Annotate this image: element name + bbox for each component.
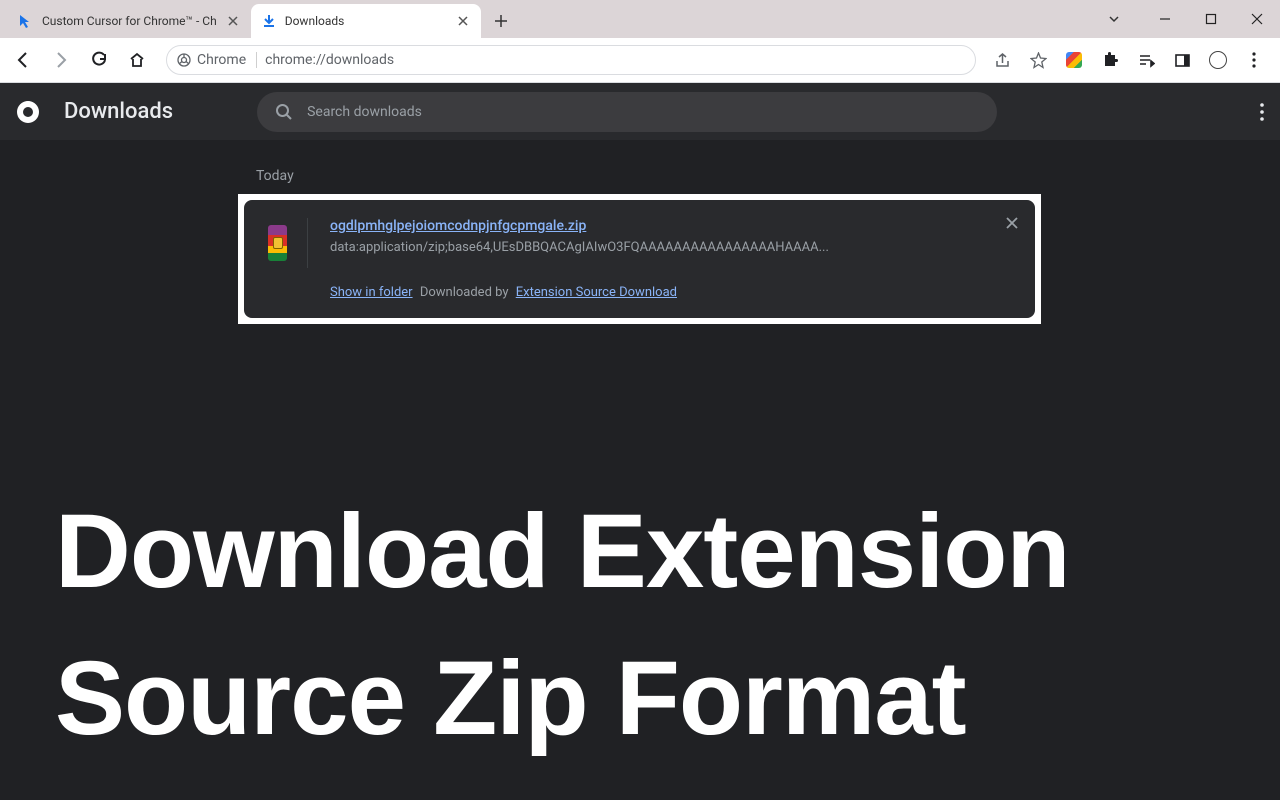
chevron-down-icon[interactable] <box>1096 4 1132 34</box>
download-icon <box>261 13 277 29</box>
maximize-button[interactable] <box>1188 4 1234 34</box>
page-title: Downloads <box>64 99 173 124</box>
window-titlebar: Custom Cursor for Chrome™ - Ch Downloads <box>0 0 1280 38</box>
tab-title: Downloads <box>285 14 447 28</box>
download-item: ogdlpmhglpejoiomcodnpjnfgcpmgale.zip dat… <box>244 200 1035 318</box>
forward-button[interactable] <box>44 43 78 77</box>
downloads-header: Downloads Search downloads <box>0 83 1280 140</box>
download-filename-link[interactable]: ogdlpmhglpejoiomcodnpjnfgcpmgale.zip <box>330 218 1011 234</box>
profile-avatar[interactable] <box>1204 46 1232 74</box>
share-icon[interactable] <box>988 46 1016 74</box>
back-button[interactable] <box>6 43 40 77</box>
minimize-button[interactable] <box>1142 4 1188 34</box>
chrome-menu-icon[interactable] <box>1240 46 1268 74</box>
new-tab-button[interactable] <box>487 7 515 35</box>
page-menu-icon[interactable] <box>1260 103 1264 121</box>
tab-custom-cursor[interactable]: Custom Cursor for Chrome™ - Ch <box>8 4 251 38</box>
file-type-icon <box>268 218 308 268</box>
home-button[interactable] <box>120 43 154 77</box>
tab-downloads[interactable]: Downloads <box>251 4 481 38</box>
overlay-line-1: Download Extension <box>55 478 1070 625</box>
downloaded-by-label: Downloaded by <box>420 285 509 300</box>
tab-strip: Custom Cursor for Chrome™ - Ch Downloads <box>0 0 515 38</box>
close-icon[interactable] <box>225 13 241 29</box>
close-window-button[interactable] <box>1234 4 1280 34</box>
highlight-frame: ogdlpmhglpejoiomcodnpjnfgcpmgale.zip dat… <box>238 194 1041 324</box>
extensions-icon[interactable] <box>1096 46 1124 74</box>
reload-button[interactable] <box>82 43 116 77</box>
search-input[interactable]: Search downloads <box>257 92 997 132</box>
tab-title: Custom Cursor for Chrome™ - Ch <box>42 14 217 28</box>
overlay-heading: Download Extension Source Zip Format <box>55 478 1070 772</box>
remove-download-button[interactable] <box>1005 216 1019 230</box>
overlay-line-2: Source Zip Format <box>55 625 1070 772</box>
section-label: Today <box>256 168 294 184</box>
extension-color-icon[interactable] <box>1060 46 1088 74</box>
zip-archive-icon <box>268 225 287 261</box>
toolbar: Chrome chrome://downloads <box>0 38 1280 83</box>
search-placeholder: Search downloads <box>307 104 422 120</box>
chrome-icon <box>177 53 191 67</box>
show-in-folder-link[interactable]: Show in folder <box>330 285 413 300</box>
downloads-content: Today ogdlpmhglpejoiomcodnpjnfgcpmgale.z… <box>0 140 1280 800</box>
star-icon[interactable] <box>1024 46 1052 74</box>
downloaded-by-extension-link[interactable]: Extension Source Download <box>516 285 677 300</box>
url-text: chrome://downloads <box>265 52 394 68</box>
favicon-cursor-icon <box>18 13 34 29</box>
chrome-logo-icon <box>16 100 40 124</box>
site-info-chip[interactable]: Chrome <box>177 52 257 68</box>
window-controls <box>1096 0 1280 38</box>
search-icon <box>275 103 293 121</box>
toolbar-actions <box>988 46 1274 74</box>
address-bar[interactable]: Chrome chrome://downloads <box>166 45 976 75</box>
close-icon[interactable] <box>455 13 471 29</box>
download-info: ogdlpmhglpejoiomcodnpjnfgcpmgale.zip dat… <box>330 218 1011 300</box>
playlist-icon[interactable] <box>1132 46 1160 74</box>
download-actions: Show in folder Downloaded by Extension S… <box>330 285 1011 300</box>
download-source: data:application/zip;base64,UEsDBBQACAgI… <box>330 240 890 255</box>
chip-label: Chrome <box>197 52 246 68</box>
sidepanel-icon[interactable] <box>1168 46 1196 74</box>
